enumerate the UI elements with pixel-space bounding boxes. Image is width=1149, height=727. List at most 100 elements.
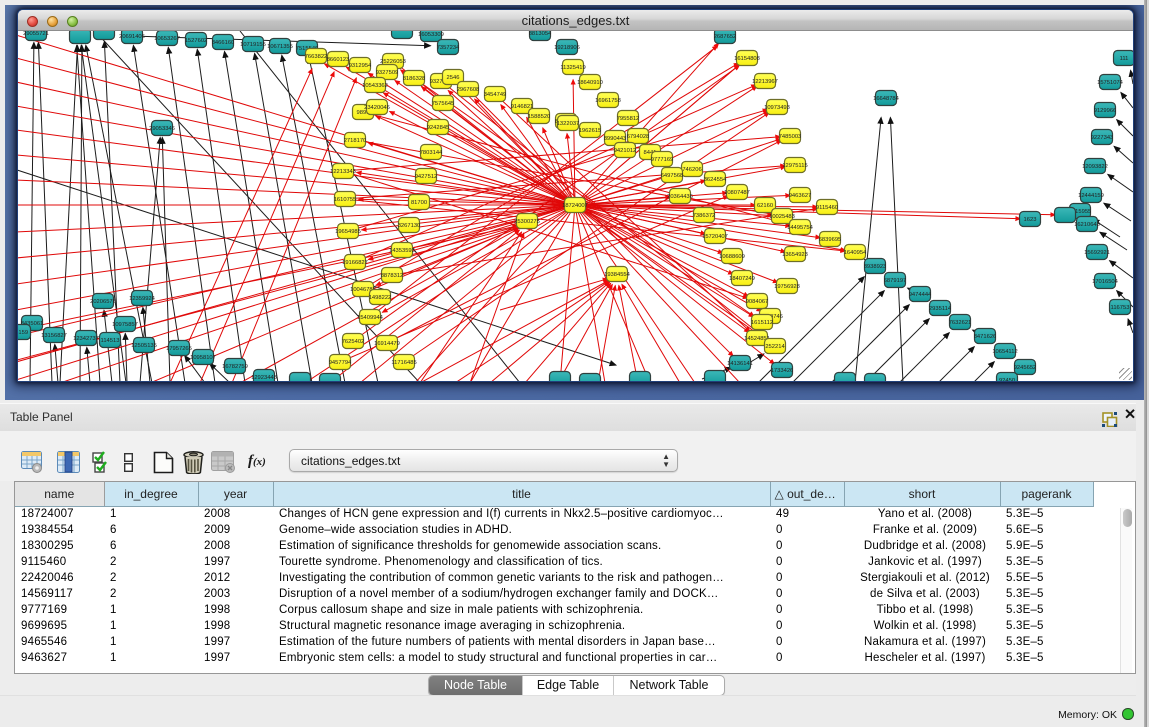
svg-text:13654923: 13654923 [782, 252, 808, 258]
svg-text:9245652: 9245652 [1014, 365, 1037, 371]
svg-text:7575645: 7575645 [432, 101, 455, 107]
svg-text:6839695: 6839695 [819, 237, 842, 243]
svg-text:10653267: 10653267 [154, 36, 180, 42]
svg-text:1588520: 1588520 [528, 114, 551, 120]
svg-text:14495754: 14495754 [787, 225, 814, 231]
svg-text:1527602: 1527602 [185, 38, 208, 44]
svg-text:8938923: 8938923 [864, 264, 887, 270]
svg-text:19756928: 19756928 [774, 284, 800, 290]
svg-text:29055721: 29055721 [23, 31, 49, 37]
svg-text:11325419: 11325419 [560, 65, 585, 71]
svg-text:1322037: 1322037 [557, 121, 580, 127]
svg-text:8878312: 8878312 [381, 273, 404, 279]
svg-text:17957265: 17957265 [166, 346, 192, 352]
svg-text:9474444: 9474444 [909, 292, 932, 298]
svg-text:12359924: 12359924 [129, 296, 156, 302]
svg-text:1962615: 1962615 [579, 128, 602, 134]
svg-text:12505135: 12505135 [131, 343, 157, 349]
svg-text:12093822: 12093822 [1082, 164, 1108, 170]
svg-text:15692921: 15692921 [1084, 250, 1110, 256]
svg-text:1733426: 1733426 [771, 368, 794, 374]
svg-text:10975857: 10975857 [112, 322, 138, 328]
svg-text:8186328: 8186328 [403, 76, 426, 82]
svg-text:1640954: 1640954 [844, 250, 867, 256]
svg-text:7663822: 7663822 [305, 54, 328, 60]
svg-text:9242845: 9242845 [427, 125, 450, 131]
svg-text:20206576: 20206576 [90, 299, 116, 305]
svg-text:12975115: 12975115 [782, 163, 807, 169]
svg-text:16648784: 16648784 [873, 96, 900, 102]
svg-text:2687652: 2687652 [714, 34, 737, 40]
svg-text:9312954: 9312954 [349, 63, 372, 69]
svg-text:20364436: 20364436 [667, 194, 693, 200]
svg-text:62160: 62160 [757, 203, 773, 209]
svg-text:10688609: 10688609 [719, 254, 745, 260]
svg-text:2967608: 2967608 [457, 87, 480, 93]
svg-text:7955812: 7955812 [617, 116, 640, 122]
svg-text:9427512: 9427512 [415, 174, 438, 180]
svg-text:93159: 93159 [18, 330, 28, 336]
svg-text:12213967: 12213967 [752, 79, 778, 85]
svg-text:23420046: 23420046 [364, 105, 390, 111]
svg-text:9084067: 9084067 [746, 299, 769, 305]
svg-text:25300275: 25300275 [514, 219, 540, 225]
svg-text:116753: 116753 [1111, 305, 1130, 311]
svg-text:2546: 2546 [447, 75, 460, 81]
svg-text:8990443: 8990443 [604, 136, 627, 142]
svg-text:15751074: 15751074 [1097, 80, 1124, 86]
svg-text:12213343: 12213343 [330, 169, 356, 175]
svg-text:111: 111 [1120, 56, 1129, 62]
svg-text:19654985: 19654985 [335, 229, 361, 235]
svg-text:10543362: 10543362 [362, 83, 388, 89]
svg-text:9457794: 9457794 [329, 360, 352, 366]
svg-text:8660123: 8660123 [327, 57, 350, 63]
svg-text:9463627: 9463627 [789, 193, 812, 199]
svg-text:1615112: 1615112 [751, 320, 773, 326]
svg-text:19384554: 19384554 [604, 272, 631, 278]
svg-text:10807487: 10807487 [724, 190, 750, 196]
svg-text:11716485: 11716485 [391, 360, 416, 366]
svg-text:10973493: 10973493 [764, 105, 790, 111]
svg-text:9777169: 9777169 [651, 157, 674, 163]
svg-text:92450: 92450 [999, 378, 1015, 381]
svg-text:746206: 746206 [682, 167, 701, 173]
svg-text:252214: 252214 [765, 344, 785, 350]
svg-text:29053346: 29053346 [149, 126, 175, 132]
svg-text:10719155: 10719155 [240, 42, 266, 48]
svg-text:16154808: 16154808 [734, 56, 760, 62]
svg-text:9327509: 9327509 [376, 70, 399, 76]
svg-text:17016504: 17016504 [1092, 279, 1119, 285]
svg-text:18407249: 18407249 [729, 276, 755, 282]
svg-text:14353593: 14353593 [389, 248, 415, 254]
svg-text:12444159: 12444159 [1078, 193, 1104, 199]
svg-text:7625402: 7625402 [342, 339, 365, 345]
svg-text:1623: 1623 [1024, 217, 1037, 223]
svg-text:15720407: 15720407 [702, 234, 728, 240]
svg-text:10025483: 10025483 [769, 214, 795, 220]
svg-text:2718170: 2718170 [344, 138, 367, 144]
svg-text:10671355: 10671355 [267, 44, 293, 50]
svg-text:16782759: 16782759 [222, 364, 248, 370]
svg-text:81700: 81700 [411, 200, 427, 206]
svg-text:1610755: 1610755 [334, 197, 357, 203]
svg-text:8813054: 8813054 [529, 31, 552, 37]
svg-text:7485003: 7485003 [779, 134, 802, 140]
svg-text:114513: 114513 [101, 338, 120, 344]
svg-text:7632621: 7632621 [949, 320, 972, 326]
svg-text:3624554: 3624554 [704, 177, 727, 183]
svg-text:9115460: 9115460 [816, 205, 838, 211]
svg-text:10958107: 10958107 [190, 355, 216, 361]
svg-text:6879197: 6879197 [884, 278, 907, 284]
svg-text:7803144: 7803144 [420, 150, 443, 156]
svg-text:13156827: 13156827 [41, 333, 67, 339]
svg-text:9227343: 9227343 [1091, 135, 1114, 141]
svg-text:7386372: 7386372 [693, 213, 716, 219]
svg-text:16961758: 16961758 [595, 98, 621, 104]
svg-text:9421012: 9421012 [614, 148, 637, 154]
svg-text:20691406: 20691406 [119, 34, 145, 40]
svg-text:3267130: 3267130 [398, 223, 421, 229]
svg-text:6497568: 6497568 [661, 173, 684, 179]
svg-text:12342737: 12342737 [73, 336, 99, 342]
svg-text:8466160: 8466160 [212, 40, 235, 46]
svg-text:6794028: 6794028 [627, 134, 650, 140]
